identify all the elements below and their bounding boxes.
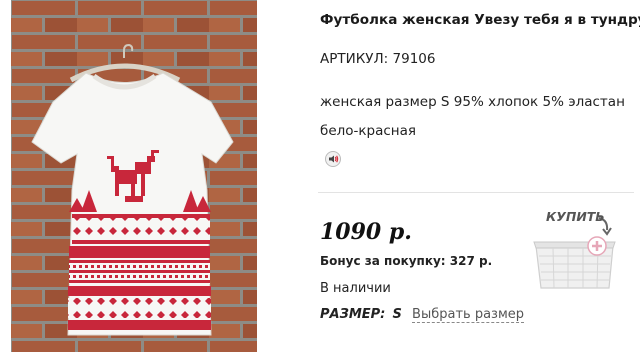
availability-status: В наличии xyxy=(320,281,391,296)
sku-value: 79106 xyxy=(392,51,436,67)
size-value: S xyxy=(392,307,402,322)
bonus-value: 327 р. xyxy=(449,254,493,268)
tshirt-image xyxy=(11,0,257,352)
product-title: Футболка женская Увезу тебя я в тундру! xyxy=(320,12,640,28)
sku-label: АРТИКУЛ: xyxy=(320,51,389,67)
product-price: 1090 р. xyxy=(320,219,412,245)
speaker-icon[interactable] xyxy=(325,151,341,167)
buy-button[interactable]: КУПИТЬ xyxy=(508,206,628,298)
bonus-label: Бонус за покупку: xyxy=(320,254,446,268)
section-divider xyxy=(318,192,634,193)
bonus-info: Бонус за покупку: 327 р. xyxy=(320,254,492,268)
buy-label: КУПИТЬ xyxy=(546,209,605,224)
product-description: женская размер S 95% хлопок 5% эластан xyxy=(320,94,625,110)
size-label: РАЗМЕР: xyxy=(320,307,386,322)
product-photo[interactable] xyxy=(11,0,257,352)
product-sku: АРТИКУЛ: 79106 xyxy=(320,51,435,67)
product-color: бело-красная xyxy=(320,123,417,139)
size-row: РАЗМЕР: S Выбрать размер xyxy=(320,307,525,323)
choose-size-link[interactable]: Выбрать размер xyxy=(412,307,525,323)
